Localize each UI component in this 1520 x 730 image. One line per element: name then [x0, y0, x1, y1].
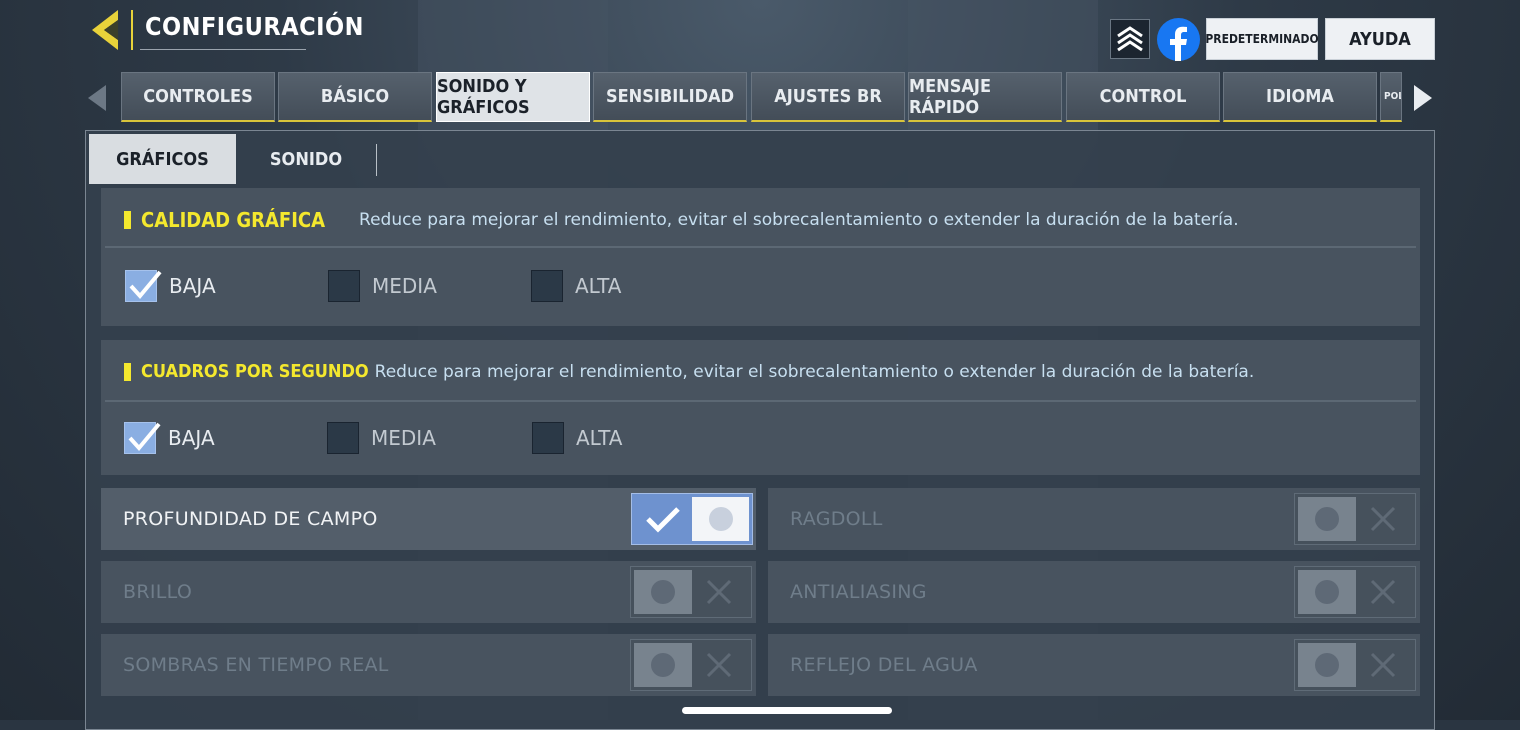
option-label: BAJA: [168, 426, 215, 450]
toggle-knob-box: [634, 643, 692, 687]
back-button[interactable]: [88, 8, 132, 52]
checkbox[interactable]: [532, 422, 564, 454]
facebook-icon: [1170, 26, 1187, 61]
toggle-knob-box: [1298, 497, 1356, 541]
option-label: ALTA: [575, 274, 622, 298]
toggle-knob-box: [692, 497, 749, 541]
setting-label: BRILLO: [123, 581, 193, 603]
page-title: CONFIGURACIÓN: [145, 12, 364, 41]
option-media[interactable]: MEDIA: [327, 422, 436, 454]
section-divider: [105, 246, 1416, 248]
tab-basico[interactable]: BÁSICO: [278, 72, 432, 122]
setting-label: REFLEJO DEL AGUA: [790, 654, 978, 676]
toggle-knob: [651, 653, 675, 677]
help-button[interactable]: AYUDA: [1325, 18, 1435, 60]
subtab-sonido[interactable]: SONIDO: [236, 134, 376, 184]
checkmark-icon: [128, 422, 161, 452]
option-alta[interactable]: ALTA: [531, 270, 621, 302]
toggle-knob: [1315, 580, 1339, 604]
section-description: Reduce para mejorar el rendimiento, evit…: [359, 210, 1239, 230]
tab-control[interactable]: CONTROL: [1066, 72, 1220, 122]
setting-row-antialiasing: ANTIALIASING: [768, 561, 1420, 623]
toggle-knob: [651, 580, 675, 604]
option-label: ALTA: [576, 426, 623, 450]
checkbox[interactable]: [531, 270, 563, 302]
close-icon: [706, 579, 732, 605]
tab-controles[interactable]: CONTROLES: [121, 72, 275, 122]
option-label: MEDIA: [371, 426, 436, 450]
toggle-switch-off[interactable]: [1294, 566, 1416, 618]
subtab-graficos[interactable]: GRÁFICOS: [89, 134, 236, 184]
checkbox[interactable]: [327, 422, 359, 454]
rank-button[interactable]: [1110, 19, 1150, 59]
toggle-knob: [1315, 507, 1339, 531]
section-description: Reduce para mejorar el rendimiento, evit…: [374, 361, 1255, 382]
title-underline: [140, 49, 306, 50]
toggle-knob-box: [1298, 570, 1356, 614]
facebook-button[interactable]: [1157, 18, 1200, 61]
section-cuadros-por-segundo: CUADROS POR SEGUNDO Reduce para mejorar …: [101, 340, 1420, 475]
toggle-switch-on[interactable]: [631, 493, 753, 545]
option-baja[interactable]: BAJA: [125, 270, 216, 302]
option-label: MEDIA: [372, 274, 437, 298]
checkmark-icon: [129, 270, 162, 300]
close-icon: [1370, 579, 1396, 605]
option-alta[interactable]: ALTA: [532, 422, 622, 454]
toggle-knob-box: [634, 570, 692, 614]
close-icon: [1370, 652, 1396, 678]
section-title: CALIDAD GRÁFICA: [141, 208, 326, 232]
section-title: CUADROS POR SEGUNDO: [141, 361, 369, 382]
option-media[interactable]: MEDIA: [328, 270, 437, 302]
checkmark-icon: [646, 507, 680, 533]
section-header: CUADROS POR SEGUNDO Reduce para mejorar …: [124, 361, 1254, 382]
checkbox[interactable]: [328, 270, 360, 302]
setting-row-ragdoll: RAGDOLL: [768, 488, 1420, 550]
default-button[interactable]: PREDETERMINADO: [1205, 18, 1319, 60]
section-marker: [124, 362, 131, 381]
tab-idioma[interactable]: IDIOMA: [1223, 72, 1377, 122]
toggle-knob-box: [1298, 643, 1356, 687]
setting-row-brillo: BRILLO: [101, 561, 756, 623]
close-icon: [706, 652, 732, 678]
option-baja[interactable]: BAJA: [124, 422, 215, 454]
tab-sensibilidad[interactable]: SENSIBILIDAD: [593, 72, 747, 122]
home-indicator[interactable]: [682, 707, 892, 714]
section-divider: [105, 400, 1416, 402]
subtab-divider: [376, 144, 377, 176]
tabs-next-arrow-icon[interactable]: [1414, 85, 1432, 111]
option-label: BAJA: [169, 274, 216, 298]
toggle-knob: [709, 507, 733, 531]
checkbox-checked[interactable]: [124, 422, 161, 454]
setting-label: PROFUNDIDAD DE CAMPO: [123, 508, 378, 530]
setting-label: SOMBRAS EN TIEMPO REAL: [123, 654, 389, 676]
tab-politica[interactable]: POLÍ: [1380, 72, 1402, 122]
checkbox-checked[interactable]: [125, 270, 162, 302]
tab-ajustes-br[interactable]: AJUSTES BR: [751, 72, 905, 122]
setting-label: RAGDOLL: [790, 508, 883, 530]
toggle-switch-off[interactable]: [1294, 493, 1416, 545]
back-arrow-icon: [92, 10, 118, 50]
setting-row-profundidad-de-campo: PROFUNDIDAD DE CAMPO: [101, 488, 756, 550]
setting-row-sombras-en-tiempo-real: SOMBRAS EN TIEMPO REAL: [101, 634, 756, 696]
tabs-prev-arrow-icon[interactable]: [88, 85, 106, 111]
tab-mensaje-rapido[interactable]: MENSAJE RÁPIDO: [908, 72, 1062, 122]
close-icon: [1370, 506, 1396, 532]
toggle-switch-off[interactable]: [630, 639, 752, 691]
tab-sonido-y-graficos[interactable]: SONIDO Y GRÁFICOS: [436, 72, 590, 122]
section-header: CALIDAD GRÁFICA Reduce para mejorar el r…: [124, 208, 1239, 232]
toggle-knob: [1315, 653, 1339, 677]
title-accent: [131, 10, 133, 50]
section-marker: [124, 211, 131, 229]
rank-chevrons-icon: [1117, 26, 1143, 52]
setting-row-reflejo-del-agua: REFLEJO DEL AGUA: [768, 634, 1420, 696]
setting-label: ANTIALIASING: [790, 581, 927, 603]
toggle-switch-off[interactable]: [630, 566, 752, 618]
toggle-switch-off[interactable]: [1294, 639, 1416, 691]
section-calidad-grafica: CALIDAD GRÁFICA Reduce para mejorar el r…: [101, 188, 1420, 326]
